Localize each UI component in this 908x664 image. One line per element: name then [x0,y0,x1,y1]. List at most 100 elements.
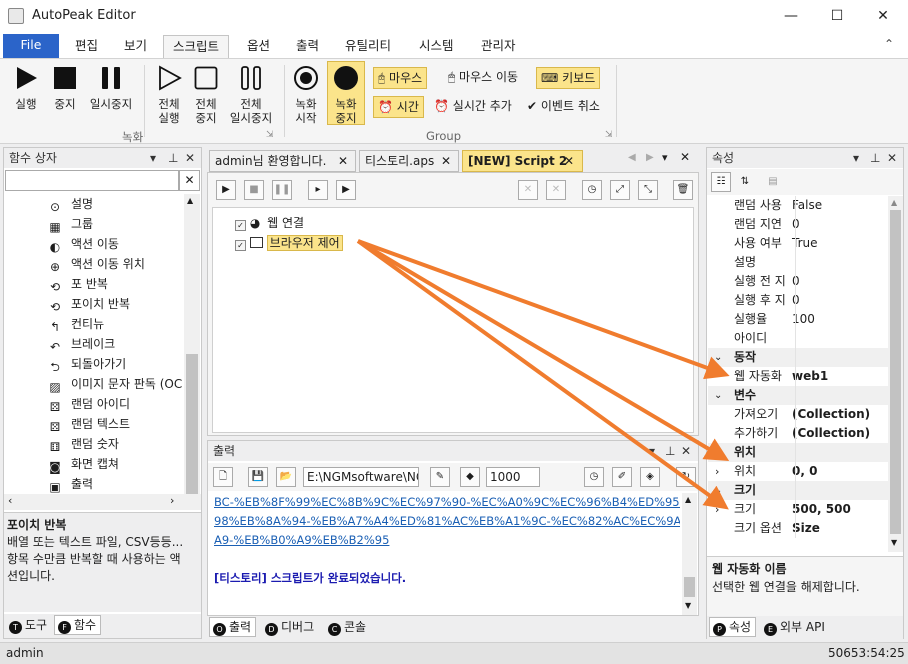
tab-list-dropdown-icon[interactable]: ▾ [662,151,668,164]
pause-all-button[interactable]: 전체 일시중지 [224,63,278,125]
function-item[interactable]: ⚅ 랜덤 숫자 [48,434,119,454]
editor-remove-all-button[interactable]: ✕ [546,180,566,200]
scroll-right-icon[interactable]: › [170,494,174,507]
editor-stop-button[interactable]: ■ [244,180,264,200]
maximize-button[interactable]: ☐ [814,0,860,32]
editor-pause-button[interactable]: ❚❚ [272,180,292,200]
minimize-button[interactable]: — [768,0,814,32]
output-erase-button[interactable]: ◆ [460,467,480,487]
output-line-limit-input[interactable]: 1000 [486,467,540,487]
categorized-view-button[interactable]: ☷ [711,172,731,192]
tab-output[interactable]: O 출력 [209,617,257,637]
property-row[interactable]: 실행 전 지0 [708,272,888,291]
keyboard-toggle[interactable]: ⌨ 키보드 [536,67,601,89]
alphabetical-view-button[interactable]: ⇅ [735,172,755,192]
function-item[interactable]: ⊕ 액션 이동 위치 [48,254,145,274]
function-item[interactable]: ⟲ 포이치 반복 [48,294,130,314]
property-category-action[interactable]: ⌄ 동작 [708,348,888,367]
function-item[interactable]: ▦ 그룹 [48,214,93,234]
tab-external-api[interactable]: E 외부 API [761,618,829,638]
property-category-vars[interactable]: ⌄ 변수 [708,386,888,405]
pin-icon[interactable]: ⊥ [665,441,675,461]
property-row[interactable]: 추가하기 (Collection) [708,424,888,443]
output-scrollbar[interactable]: ▲ ▼ [682,493,697,615]
property-value[interactable]: (Collection) [792,424,870,443]
tree-node-web-connect[interactable]: ✓ ◕ 웹 연결 [235,214,304,232]
property-value[interactable]: web1 [792,367,828,386]
property-row[interactable]: 랜덤 지연0 [708,215,888,234]
dropdown-icon[interactable]: ▾ [150,148,156,168]
event-cancel-toggle[interactable]: ✔ 이벤트 취소 [523,96,604,118]
editor-clear-button[interactable]: 🗑 [673,180,693,200]
tree-node-browser-control[interactable]: ✓ 브라우저 제어 [235,234,343,252]
property-row[interactable]: 사용 여부 True [708,234,888,253]
menu-utility[interactable]: 유틸리티 [336,35,400,58]
tab-console[interactable]: C 콘솔 [325,618,370,638]
stop-all-button[interactable]: 전체 중지 [183,63,229,125]
time-toggle[interactable]: ⏰ 시간 [373,96,424,118]
function-item[interactable]: ⮌ 되돌아가기 [48,354,126,374]
mouse-toggle[interactable]: 🖰 마우스 [373,67,428,89]
menu-edit[interactable]: 편집 [66,35,107,58]
property-row[interactable]: › 크기 500, 500 [708,500,888,519]
output-color-button[interactable]: ✐ [612,467,632,487]
scrollbar-thumb[interactable] [684,577,695,597]
function-item[interactable]: ⚄ 랜덤 텍스트 [48,414,130,434]
output-path-input[interactable]: E:\NGMsoftware\NG [303,467,419,487]
close-tab-icon[interactable]: ✕ [564,151,574,171]
output-log-link[interactable]: A9-%EB%B0%A9%EB%B2%95 [214,531,680,550]
property-value[interactable]: False [792,196,822,215]
output-log-link[interactable]: 98%EB%8A%94-%EB%A7%A4%ED%81%AC%EB%A1%9C-… [214,512,680,531]
output-clean-button[interactable]: ✎ [430,467,450,487]
editor-timer-button[interactable]: ◷ [582,180,602,200]
property-row[interactable]: 실행율 100 [708,310,888,329]
node-checkbox[interactable]: ✓ [235,240,246,251]
tab-welcome[interactable]: admin님 환영합니다. ✕ [209,150,356,172]
close-tab-icon[interactable]: ✕ [338,151,348,171]
editor-run-to-button[interactable]: ▶ [336,180,356,200]
scrollbar-thumb[interactable] [890,210,901,534]
output-fill-button[interactable]: ◈ [640,467,660,487]
menu-system[interactable]: 시스템 [410,35,463,58]
scroll-left-icon[interactable]: ‹ [8,494,12,507]
tab-scroll-left-icon[interactable]: ◀ [628,152,636,163]
record-stop-button[interactable]: 녹화 중지 [327,61,365,125]
tab-script2[interactable]: [NEW] Script 2 ✕ [462,150,583,172]
pin-icon[interactable]: ⊥ [870,148,880,168]
scroll-down-icon[interactable]: ▼ [891,538,897,547]
output-clock-button[interactable]: ◷ [584,467,604,487]
property-category-size[interactable]: ⌄ 크기 [708,481,888,500]
scroll-up-icon[interactable]: ▲ [685,495,691,504]
realtime-add-toggle[interactable]: ⏰ 실시간 추가 [430,96,516,118]
menu-options[interactable]: 옵션 [238,35,279,58]
scroll-up-icon[interactable]: ▲ [891,198,897,207]
function-item[interactable]: ◐ 액션 이동 [48,234,119,254]
function-list-hscrollbar[interactable]: ‹ › [4,494,201,510]
node-checkbox[interactable]: ✓ [235,220,246,231]
property-row[interactable]: 가져오기 (Collection) [708,405,888,424]
tab-scroll-right-icon[interactable]: ▶ [646,152,654,163]
property-row[interactable]: › 위치 0, 0 [708,462,888,481]
mouse-move-toggle[interactable]: 🖱 마우스 이동 [444,67,522,89]
function-item[interactable]: ↰ 컨티뉴 [48,314,104,334]
output-save-button[interactable]: 💾 [248,467,268,487]
menu-script[interactable]: 스크립트 [163,35,230,59]
menu-admin[interactable]: 관리자 [472,35,525,58]
close-document-icon[interactable]: ✕ [680,150,690,164]
ribbon-collapse-icon[interactable]: ⌃ [884,37,894,51]
stop-button[interactable]: 중지 [42,63,88,111]
output-new-button[interactable]: 🗋 [213,467,233,487]
scroll-up-icon[interactable]: ▲ [187,196,193,205]
property-value[interactable]: (Collection) [792,405,870,424]
chevron-right-icon[interactable]: › [715,500,719,519]
record-start-button[interactable]: 녹화 시작 [286,63,326,125]
tab-debug[interactable]: D 디버그 [262,618,318,638]
output-open-button[interactable]: 📂 [276,467,296,487]
function-item[interactable]: ⟲ 포 반복 [48,274,108,294]
editor-remove-button[interactable]: ✕ [518,180,538,200]
editor-expand-button[interactable]: ⤢ [610,180,630,200]
pin-icon[interactable]: ⊥ [168,148,178,168]
function-item[interactable]: ⚄ 랜덤 아이디 [48,394,130,414]
pause-button[interactable]: 일시중지 [86,63,136,111]
group-launcher-icon[interactable]: ⇲ [605,130,613,140]
